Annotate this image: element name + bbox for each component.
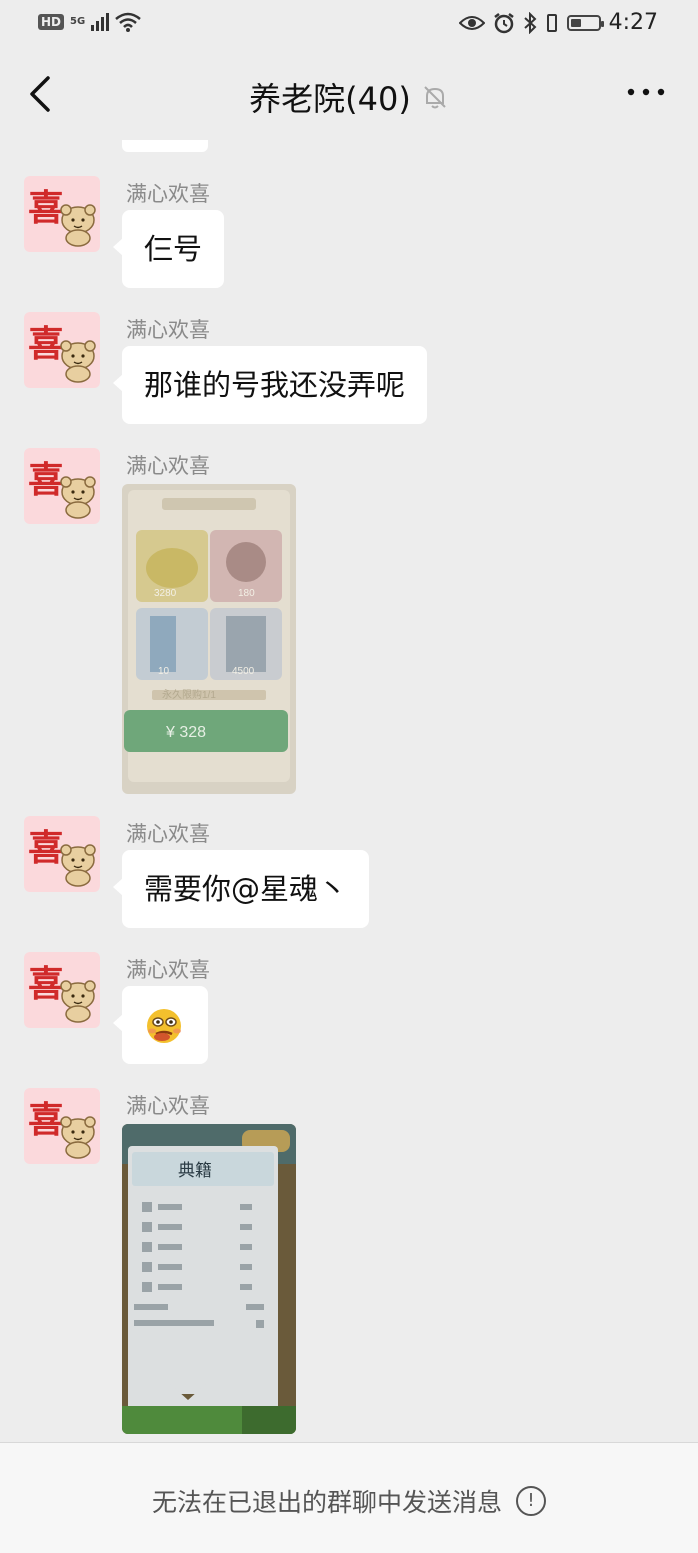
book-list-screenshot: 典籍: [122, 1124, 296, 1434]
sender-name: 满心欢喜: [126, 182, 210, 206]
battery-fill: [570, 18, 581, 27]
svg-text:喜: 喜: [28, 187, 64, 229]
battery-icon: [566, 14, 604, 31]
notice-text: 无法在已退出的群聊中发送消息: [151, 1488, 502, 1517]
status-time: 4:27: [608, 10, 658, 35]
avatar[interactable]: 喜: [24, 1088, 100, 1164]
sender-name: 满心欢喜: [126, 318, 210, 342]
eye-icon: [458, 15, 485, 30]
gift-pack-screenshot: ¥ 328 3280 180 10 4500 永久限购1/1: [122, 484, 296, 794]
svg-text:喜: 喜: [28, 827, 64, 869]
item-count: 10: [158, 666, 170, 677]
chat-title-area: 养老院(40): [0, 74, 698, 120]
status-right: 4:27: [458, 10, 658, 35]
hd-badge: HD: [38, 14, 65, 30]
avatar-sticker-icon: 喜: [28, 1099, 96, 1159]
network-type: 5G: [70, 16, 86, 27]
wifi-icon: [115, 12, 141, 32]
svg-text:喜: 喜: [28, 323, 64, 365]
item-count: 3280: [154, 588, 177, 599]
woozy-face-icon: [147, 1009, 181, 1043]
input-disabled-bar: 无法在已退出的群聊中发送消息!: [0, 1442, 698, 1553]
sender-name: 满心欢喜: [126, 822, 210, 846]
more-options-button[interactable]: [626, 84, 666, 100]
avatar-sticker-icon: 喜: [28, 963, 96, 1023]
price-text: ¥ 328: [165, 724, 206, 741]
left-group-notice: 无法在已退出的群聊中发送消息!: [0, 1483, 698, 1519]
limit-text: 永久限购1/1: [162, 688, 216, 701]
status-left: HD 5G: [38, 12, 141, 32]
avatar-sticker-icon: 喜: [28, 827, 96, 887]
svg-text:喜: 喜: [28, 963, 64, 1005]
image-message[interactable]: 典籍: [122, 1124, 296, 1434]
vibrate-icon: [546, 13, 557, 32]
sender-name: 满心欢喜: [126, 454, 210, 478]
message-bubble-partial[interactable]: [122, 140, 208, 152]
chat-title: 养老院(40): [249, 80, 411, 118]
sender-name: 满心欢喜: [126, 1094, 210, 1118]
avatar[interactable]: 喜: [24, 952, 100, 1028]
more-dots-icon: [627, 88, 665, 96]
item-count: 4500: [232, 666, 255, 677]
avatar[interactable]: 喜: [24, 312, 100, 388]
avatar[interactable]: 喜: [24, 448, 100, 524]
message-list[interactable]: 喜 满心欢喜 仨号 喜 满心欢喜 那谁的号我还没弄呢 喜 满心欢喜 ¥ 328 …: [0, 140, 698, 1442]
message-bubble[interactable]: 仨号: [112, 210, 225, 288]
alarm-icon: [493, 12, 514, 33]
avatar-sticker-icon: 喜: [28, 187, 96, 247]
info-icon[interactable]: !: [516, 1486, 546, 1516]
status-bar: HD 5G 4:27: [0, 0, 698, 48]
item-count: 180: [238, 588, 255, 599]
avatar[interactable]: 喜: [24, 176, 100, 252]
avatar-sticker-icon: 喜: [28, 459, 96, 519]
emoji-bubble[interactable]: [113, 986, 208, 1064]
avatar[interactable]: 喜: [24, 816, 100, 892]
message-bubble[interactable]: 需要你@星魂丶: [112, 850, 370, 928]
bluetooth-icon: [523, 11, 537, 34]
svg-text:喜: 喜: [28, 459, 64, 501]
mute-bell-icon: [424, 86, 446, 109]
sender-name: 满心欢喜: [126, 958, 210, 982]
image-message[interactable]: ¥ 328 3280 180 10 4500 永久限购1/1: [122, 484, 296, 794]
message-bubble[interactable]: 那谁的号我还没弄呢: [112, 346, 428, 424]
image-heading: 典籍: [178, 1161, 212, 1180]
avatar-sticker-icon: 喜: [28, 323, 96, 383]
signal-icon: [91, 13, 110, 31]
chat-header: 养老院(40): [0, 48, 698, 140]
svg-text:喜: 喜: [28, 1099, 64, 1141]
